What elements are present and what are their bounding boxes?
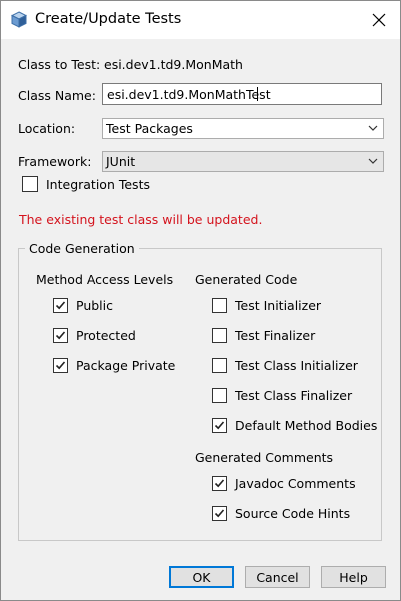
framework-select[interactable]: JUnit <box>102 151 384 172</box>
framework-selected-value: JUnit <box>106 154 136 169</box>
cube-icon <box>10 11 28 28</box>
method-access-levels-heading: Method Access Levels <box>36 272 174 287</box>
public-checkbox[interactable] <box>53 298 68 313</box>
class-name-field-box <box>102 83 382 105</box>
checkmark-icon <box>214 479 225 488</box>
test-initializer-checkbox[interactable] <box>212 298 227 313</box>
generated-code-heading: Generated Code <box>195 272 298 287</box>
class-name-label: Class Name: <box>18 88 96 103</box>
chevron-down-icon <box>368 158 378 164</box>
protected-checkbox[interactable] <box>53 328 68 343</box>
protected-label: Protected <box>76 328 136 343</box>
test-class-initializer-label: Test Class Initializer <box>235 358 358 373</box>
test-initializer-label: Test Initializer <box>235 298 322 313</box>
test-class-finalizer-label: Test Class Finalizer <box>235 388 353 403</box>
default-method-bodies-label: Default Method Bodies <box>235 418 378 433</box>
location-select[interactable]: Test Packages <box>102 118 384 139</box>
public-label: Public <box>76 298 113 313</box>
checkmark-icon <box>55 361 66 370</box>
help-button[interactable]: Help <box>321 566 386 588</box>
generated-comments-heading: Generated Comments <box>195 450 334 465</box>
create-update-tests-dialog: Create/Update Tests Class to Test: esi.d… <box>0 0 401 601</box>
location-selected-value: Test Packages <box>106 121 193 136</box>
integration-tests-label: Integration Tests <box>46 177 150 192</box>
cancel-button[interactable]: Cancel <box>245 566 310 588</box>
close-button[interactable] <box>357 1 400 39</box>
class-to-test-value: esi.dev1.td9.MonMath <box>104 57 243 72</box>
text-caret <box>257 87 258 101</box>
framework-label: Framework: <box>18 154 92 169</box>
class-to-test-label: Class to Test: <box>18 57 101 72</box>
default-method-bodies-checkbox[interactable] <box>212 418 227 433</box>
title-bar: Create/Update Tests <box>1 1 400 39</box>
test-finalizer-label: Test Finalizer <box>235 328 316 343</box>
test-finalizer-checkbox[interactable] <box>212 328 227 343</box>
checkmark-icon <box>214 509 225 518</box>
checkmark-icon <box>55 331 66 340</box>
warning-message: The existing test class will be updated. <box>19 212 263 227</box>
location-label: Location: <box>18 121 76 136</box>
test-class-finalizer-checkbox[interactable] <box>212 388 227 403</box>
dialog-title: Create/Update Tests <box>35 11 182 27</box>
source-code-hints-checkbox[interactable] <box>212 506 227 521</box>
chevron-down-icon <box>368 125 378 131</box>
javadoc-comments-checkbox[interactable] <box>212 476 227 491</box>
close-icon <box>372 13 386 27</box>
checkmark-icon <box>214 421 225 430</box>
ok-button[interactable]: OK <box>169 566 234 588</box>
integration-tests-checkbox[interactable] <box>22 176 38 192</box>
javadoc-comments-label: Javadoc Comments <box>235 476 356 491</box>
checkmark-icon <box>55 301 66 310</box>
package-private-label: Package Private <box>76 358 176 373</box>
package-private-checkbox[interactable] <box>53 358 68 373</box>
code-generation-legend: Code Generation <box>25 241 139 256</box>
test-class-initializer-checkbox[interactable] <box>212 358 227 373</box>
class-name-input[interactable] <box>103 84 381 104</box>
source-code-hints-label: Source Code Hints <box>235 506 351 521</box>
